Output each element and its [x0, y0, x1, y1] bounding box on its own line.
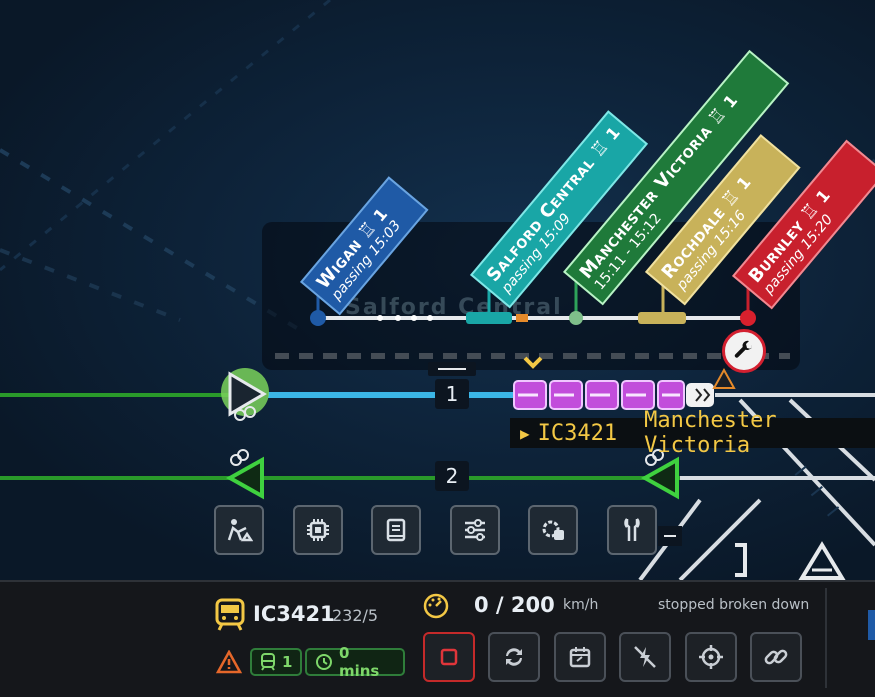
speedometer-icon: [422, 592, 450, 620]
book-icon: [386, 518, 406, 542]
track-label-1: 1: [435, 379, 469, 409]
reverse-button[interactable]: [488, 632, 540, 682]
train-state: stopped broken down: [658, 597, 810, 613]
link-icon: [764, 649, 788, 665]
track-label-text: 1: [445, 382, 459, 406]
train-small-icon: [261, 653, 275, 671]
clock-icon: [315, 654, 332, 670]
chip-icon: [307, 519, 329, 541]
settings-sliders-button[interactable]: [450, 505, 500, 555]
train-status-bar: IC3421 232/5 1 0 mins 0 / 200 km/h stopp…: [0, 580, 875, 697]
delay-value: 0 mins: [338, 644, 380, 680]
train-icon: [214, 598, 248, 632]
module-settings-button[interactable]: [528, 505, 578, 555]
wrench-icon: [624, 518, 640, 541]
chip-button[interactable]: [293, 505, 343, 555]
track-work-button[interactable]: [214, 505, 264, 555]
edge-indicator: [868, 610, 875, 640]
speed-unit: km/h: [563, 597, 599, 613]
target-icon: [699, 645, 723, 669]
car-count: 1: [282, 653, 293, 671]
track-label-text: 2: [445, 464, 459, 488]
reverse-icon: [506, 648, 522, 666]
train-class: 232/5: [332, 606, 379, 625]
stop-button[interactable]: [423, 632, 475, 682]
divider: [825, 588, 827, 688]
stop-icon: [440, 648, 458, 666]
breakdown-wrench-icon[interactable]: [722, 329, 766, 373]
track-work-icon: [227, 519, 253, 542]
sliders-icon: [465, 519, 485, 541]
puzzle-gear-icon: [542, 520, 564, 540]
train-id: IC3421: [253, 602, 335, 626]
train-label-id: IC3421: [537, 420, 618, 446]
timetable-icon: [569, 647, 591, 668]
delay-badge: 0 mins: [305, 644, 405, 680]
repair-button[interactable]: [607, 505, 657, 555]
locate-button[interactable]: [685, 632, 737, 682]
train-label-destination: Manchester Victoria: [644, 408, 777, 458]
car-count-badge: 1: [250, 648, 303, 676]
play-icon: ▶: [520, 423, 530, 443]
warning-icon: [215, 649, 243, 674]
speed-value: 0 / 200: [474, 593, 555, 617]
small-marker: [658, 526, 682, 546]
no-power-icon: [634, 646, 656, 668]
book-button[interactable]: [371, 505, 421, 555]
track-1-header: [428, 362, 476, 376]
track-label-2: 2: [435, 461, 469, 491]
train-label[interactable]: ▶ IC3421 Manchester Victoria: [510, 408, 875, 458]
couple-button[interactable]: [750, 632, 802, 682]
map-view[interactable]: Salford Central 1 2 ▶ IC3421 Manchester …: [0, 0, 875, 580]
power-off-button[interactable]: [619, 632, 671, 682]
timetable-button[interactable]: [554, 632, 606, 682]
